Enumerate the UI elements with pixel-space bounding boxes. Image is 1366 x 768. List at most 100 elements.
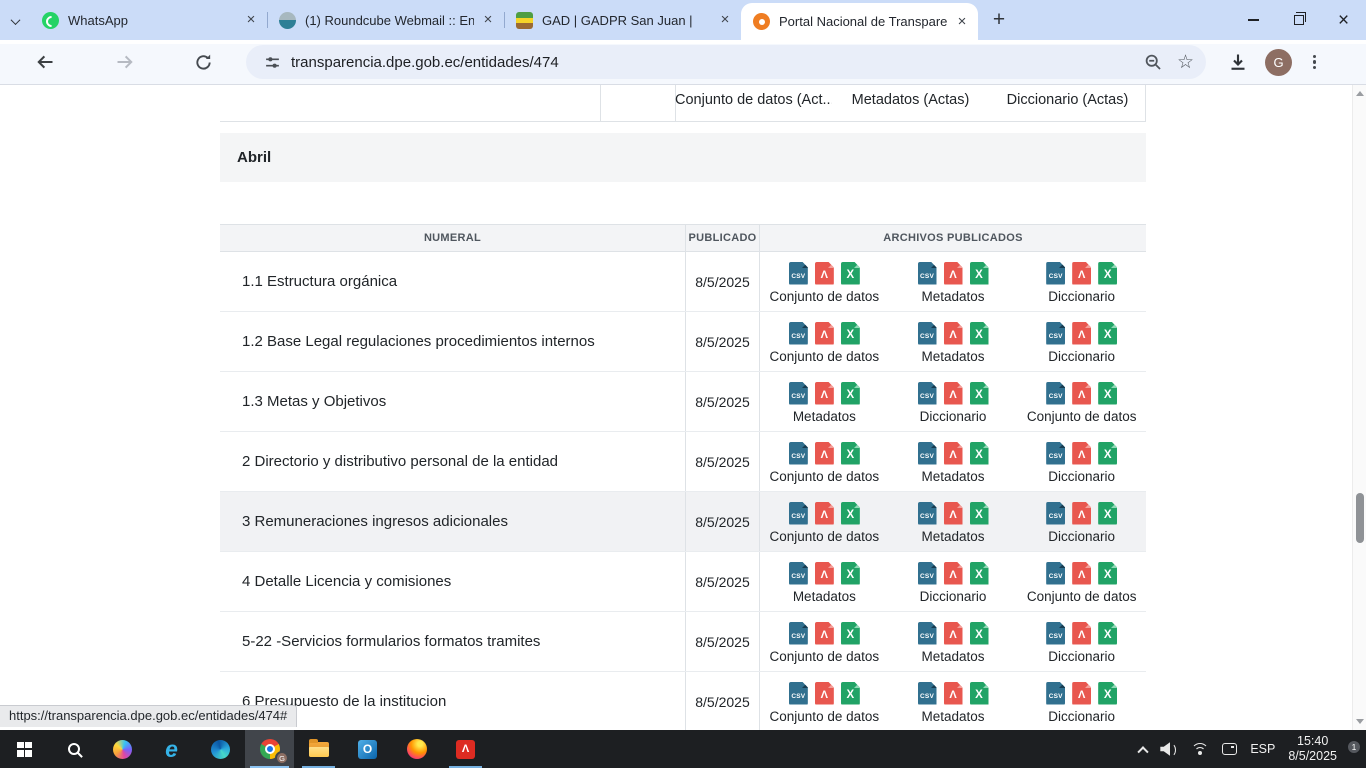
browser-menu-icon[interactable] <box>1309 51 1320 74</box>
archivo-label[interactable]: Diccionario <box>920 589 987 604</box>
xls-file-icon[interactable]: X <box>1098 382 1117 405</box>
pdf-file-icon[interactable]: Λ <box>944 682 963 705</box>
pdf-file-icon[interactable]: Λ <box>1072 502 1091 525</box>
csv-file-icon[interactable]: CSV <box>918 262 937 285</box>
pdf-file-icon[interactable]: Λ <box>1072 442 1091 465</box>
tab-close-button[interactable]: × <box>243 12 259 28</box>
pdf-file-icon[interactable]: Λ <box>815 502 834 525</box>
scrollbar-thumb[interactable] <box>1356 493 1364 543</box>
restore-button[interactable] <box>1276 0 1321 40</box>
archivo-label[interactable]: Conjunto de datos <box>770 529 880 544</box>
pdf-file-icon[interactable]: Λ <box>944 322 963 345</box>
pdf-file-icon[interactable]: Λ <box>1072 682 1091 705</box>
csv-file-icon[interactable]: CSV <box>918 622 937 645</box>
xls-file-icon[interactable]: X <box>970 682 989 705</box>
csv-file-icon[interactable]: CSV <box>1046 562 1065 585</box>
archivo-label[interactable]: Metadatos <box>793 409 856 424</box>
archivo-label[interactable]: Conjunto de datos <box>770 709 880 724</box>
archivo-label[interactable]: Metadatos <box>921 529 984 544</box>
bookmark-star-icon[interactable]: ☆ <box>1177 53 1194 72</box>
site-info-icon[interactable] <box>264 54 281 71</box>
pdf-file-icon[interactable]: Λ <box>944 562 963 585</box>
pdf-file-icon[interactable]: Λ <box>944 262 963 285</box>
volume-icon[interactable] <box>1160 742 1178 756</box>
archivo-label[interactable]: Diccionario (Actas) <box>989 85 1146 122</box>
csv-file-icon[interactable]: CSV <box>789 262 808 285</box>
xls-file-icon[interactable]: X <box>841 322 860 345</box>
csv-file-icon[interactable]: CSV <box>1046 442 1065 465</box>
archivo-label[interactable]: Metadatos <box>921 469 984 484</box>
taskbar-acrobat-button[interactable] <box>441 730 490 768</box>
archivo-label[interactable]: Metadatos <box>921 649 984 664</box>
csv-file-icon[interactable]: CSV <box>1046 622 1065 645</box>
browser-tab[interactable]: (1) Roundcube Webmail :: Entra× <box>267 3 504 37</box>
xls-file-icon[interactable]: X <box>1098 502 1117 525</box>
pdf-file-icon[interactable]: Λ <box>1072 382 1091 405</box>
pdf-file-icon[interactable]: Λ <box>815 322 834 345</box>
pdf-file-icon[interactable]: Λ <box>1072 262 1091 285</box>
taskbar-search-button[interactable] <box>49 730 98 768</box>
clock[interactable]: 15:40 8/5/2025 <box>1288 734 1337 764</box>
archivo-label[interactable]: Diccionario <box>920 409 987 424</box>
tab-close-button[interactable]: × <box>717 12 733 28</box>
csv-file-icon[interactable]: CSV <box>789 562 808 585</box>
archivo-label[interactable]: Metadatos <box>921 349 984 364</box>
archivo-label[interactable]: Conjunto de datos <box>770 349 880 364</box>
pdf-file-icon[interactable]: Λ <box>944 622 963 645</box>
scroll-down-arrow-icon[interactable] <box>1356 719 1364 724</box>
taskbar-file-explorer-button[interactable] <box>294 730 343 768</box>
browser-tab[interactable]: WhatsApp× <box>30 3 267 37</box>
xls-file-icon[interactable]: X <box>841 442 860 465</box>
url-text[interactable]: transparencia.dpe.gob.ec/entidades/474 <box>291 54 1144 71</box>
tray-overflow-chevron-icon[interactable] <box>1138 746 1149 757</box>
pdf-file-icon[interactable]: Λ <box>1072 562 1091 585</box>
tab-search-chevron-icon[interactable] <box>0 4 30 38</box>
start-button[interactable] <box>0 730 49 768</box>
profile-avatar[interactable]: G <box>1265 49 1292 76</box>
csv-file-icon[interactable]: CSV <box>1046 262 1065 285</box>
pdf-file-icon[interactable]: Λ <box>944 502 963 525</box>
pdf-file-icon[interactable]: Λ <box>944 442 963 465</box>
zoom-icon[interactable] <box>1144 53 1163 72</box>
xls-file-icon[interactable]: X <box>841 562 860 585</box>
wifi-icon[interactable] <box>1191 743 1209 756</box>
new-tab-button[interactable]: + <box>982 3 1016 37</box>
address-bar[interactable]: transparencia.dpe.gob.ec/entidades/474 ☆ <box>246 45 1206 79</box>
csv-file-icon[interactable]: CSV <box>1046 382 1065 405</box>
xls-file-icon[interactable]: X <box>1098 622 1117 645</box>
forward-button[interactable] <box>108 45 142 79</box>
minimize-button[interactable] <box>1231 0 1276 40</box>
page-scrollbar[interactable] <box>1352 85 1366 730</box>
csv-file-icon[interactable]: CSV <box>1046 322 1065 345</box>
archivo-label[interactable]: Conjunto de datos (Act... <box>675 85 832 122</box>
csv-file-icon[interactable]: CSV <box>789 622 808 645</box>
archivo-label[interactable]: Diccionario <box>1048 289 1115 304</box>
reload-button[interactable] <box>186 45 220 79</box>
archivo-label[interactable]: Metadatos <box>793 589 856 604</box>
browser-tab[interactable]: Portal Nacional de Transparenci× <box>741 3 978 40</box>
csv-file-icon[interactable]: CSV <box>1046 502 1065 525</box>
archivo-label[interactable]: Metadatos <box>921 709 984 724</box>
xls-file-icon[interactable]: X <box>970 622 989 645</box>
language-indicator[interactable]: ESP <box>1250 742 1275 756</box>
xls-file-icon[interactable]: X <box>841 382 860 405</box>
tab-close-button[interactable]: × <box>954 14 970 30</box>
download-icon[interactable] <box>1228 52 1248 72</box>
taskbar-copilot-button[interactable] <box>98 730 147 768</box>
csv-file-icon[interactable]: CSV <box>918 562 937 585</box>
pdf-file-icon[interactable]: Λ <box>1072 622 1091 645</box>
csv-file-icon[interactable]: CSV <box>918 322 937 345</box>
xls-file-icon[interactable]: X <box>1098 682 1117 705</box>
tray-device-icon[interactable] <box>1222 743 1237 755</box>
archivo-label[interactable]: Conjunto de datos <box>1027 409 1137 424</box>
xls-file-icon[interactable]: X <box>1098 442 1117 465</box>
pdf-file-icon[interactable]: Λ <box>815 682 834 705</box>
scroll-up-arrow-icon[interactable] <box>1356 91 1364 96</box>
csv-file-icon[interactable]: CSV <box>1046 682 1065 705</box>
xls-file-icon[interactable]: X <box>1098 322 1117 345</box>
csv-file-icon[interactable]: CSV <box>789 502 808 525</box>
pdf-file-icon[interactable]: Λ <box>815 262 834 285</box>
xls-file-icon[interactable]: X <box>970 502 989 525</box>
xls-file-icon[interactable]: X <box>1098 562 1117 585</box>
archivo-label[interactable]: Metadatos <box>921 289 984 304</box>
